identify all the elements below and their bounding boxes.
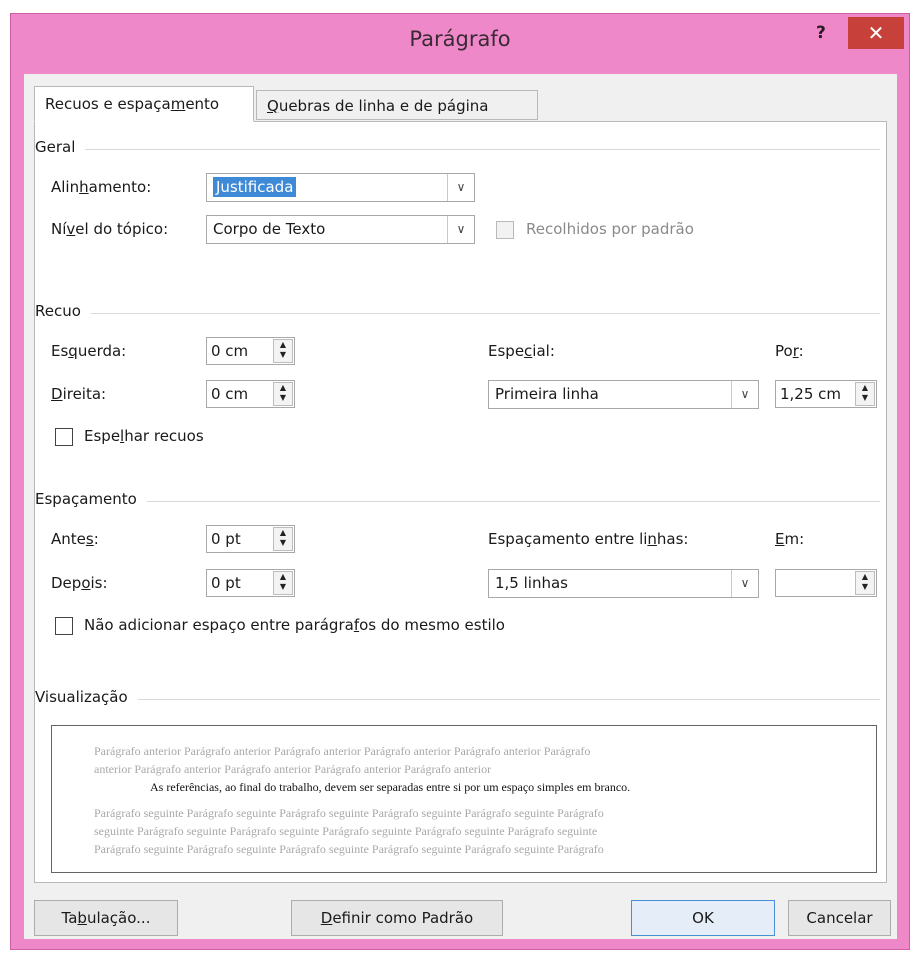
tab-line-page-breaks[interactable]: Quebras de linha e de página (256, 90, 538, 120)
no-space-same-style-checkbox[interactable] (55, 617, 73, 635)
tab-indents-spacing[interactable]: Recuos e espaçamento (34, 86, 254, 122)
by-spinner[interactable]: 1,25 cm ▲ ▼ (775, 380, 877, 408)
chevron-down-icon: ∨ (731, 570, 758, 597)
space-before-spinner[interactable]: 0 pt ▲ ▼ (206, 525, 295, 553)
tab-label: Recuos e espaçamento (45, 95, 220, 113)
tab-label: Quebras de linha e de página (267, 97, 489, 115)
section-general: Geral (35, 138, 886, 158)
alignment-select[interactable]: Justificada ∨ (206, 173, 475, 202)
by-value: 1,25 cm (780, 385, 842, 403)
paragraph-dialog: Parágrafo ? ✕ Recuos e espaçamento Quebr… (10, 13, 910, 950)
alignment-label: Alinhamento: (51, 178, 152, 196)
tab-panel: Geral Alinhamento: Justificada ∨ Nível d… (34, 121, 887, 883)
by-label: Por: (775, 342, 804, 360)
indent-left-value: 0 cm (211, 342, 249, 360)
outline-level-label: Nível do tópico: (51, 220, 169, 238)
indent-right-spinner[interactable]: 0 cm ▲ ▼ (206, 380, 295, 408)
dialog-title: Parágrafo (409, 27, 511, 51)
space-before-value: 0 pt (211, 530, 241, 548)
section-heading: Espaçamento (35, 490, 147, 508)
spin-arrows-icon[interactable]: ▲ ▼ (855, 571, 875, 595)
chevron-down-icon: ∨ (731, 381, 758, 408)
indent-left-label: Esquerda: (51, 342, 127, 360)
spin-arrows-icon[interactable]: ▲ ▼ (273, 382, 293, 406)
special-select[interactable]: Primeira linha ∨ (488, 380, 759, 409)
space-after-value: 0 pt (211, 574, 241, 592)
alignment-value: Justificada (213, 177, 297, 197)
title-bar[interactable]: Parágrafo ? ✕ (11, 14, 909, 69)
spin-arrows-icon[interactable]: ▲ ▼ (273, 571, 293, 595)
tabs-button[interactable]: Tabulação... (34, 900, 178, 936)
section-heading: Geral (35, 138, 86, 156)
section-indent: Recuo (35, 302, 886, 322)
chevron-down-icon: ∨ (447, 174, 474, 201)
ok-button[interactable]: OK (631, 900, 775, 936)
mirror-indents-checkbox[interactable] (55, 428, 73, 446)
indent-left-spinner[interactable]: 0 cm ▲ ▼ (206, 337, 295, 365)
preview-previous-line: Parágrafo anterior Parágrafo anterior Pa… (94, 744, 591, 758)
section-heading: Recuo (35, 302, 91, 320)
preview-next-line: Parágrafo seguinte Parágrafo seguinte Pa… (94, 842, 604, 856)
spin-arrows-icon[interactable]: ▲ ▼ (273, 339, 293, 363)
dialog-client: Recuos e espaçamento Quebras de linha e … (24, 74, 897, 939)
section-spacing: Espaçamento (35, 490, 886, 510)
close-button[interactable]: ✕ (848, 17, 904, 49)
space-before-label: Antes: (51, 530, 99, 548)
preview-previous-line: anterior Parágrafo anterior Parágrafo an… (94, 762, 492, 776)
space-after-label: Depois: (51, 574, 108, 592)
section-preview: Visualização (35, 688, 886, 708)
section-heading: Visualização (35, 688, 138, 706)
preview-box: Parágrafo anterior Parágrafo anterior Pa… (51, 725, 877, 873)
line-spacing-label: Espaçamento entre linhas: (488, 530, 689, 548)
special-value: Primeira linha (495, 385, 599, 403)
chevron-down-icon: ∨ (447, 216, 474, 243)
help-button[interactable]: ? (816, 23, 826, 43)
preview-current-paragraph: As referências, ao final do trabalho, de… (150, 780, 631, 794)
cancel-button[interactable]: Cancelar (788, 900, 891, 936)
spin-arrows-icon[interactable]: ▲ ▼ (273, 527, 293, 551)
preview-next-line: Parágrafo seguinte Parágrafo seguinte Pa… (94, 806, 604, 820)
at-label: Em: (775, 530, 805, 548)
at-spinner[interactable]: ▲ ▼ (775, 569, 877, 597)
indent-right-value: 0 cm (211, 385, 249, 403)
mirror-indents-label: Espelhar recuos (84, 427, 204, 445)
outline-level-select[interactable]: Corpo de Texto ∨ (206, 215, 475, 244)
outline-level-value: Corpo de Texto (213, 220, 326, 238)
preview-next-line: seguinte Parágrafo seguinte Parágrafo se… (94, 824, 598, 838)
special-label: Especial: (488, 342, 555, 360)
indent-right-label: Direita: (51, 385, 107, 403)
line-spacing-select[interactable]: 1,5 linhas ∨ (488, 569, 759, 598)
collapsed-default-label: Recolhidos por padrão (526, 220, 694, 238)
close-icon: ✕ (867, 21, 885, 45)
no-space-same-style-label: Não adicionar espaço entre parágrafos do… (84, 616, 505, 634)
collapsed-default-checkbox[interactable] (496, 221, 514, 239)
set-default-button[interactable]: Definir como Padrão (291, 900, 503, 936)
line-spacing-value: 1,5 linhas (495, 574, 568, 592)
space-after-spinner[interactable]: 0 pt ▲ ▼ (206, 569, 295, 597)
spin-arrows-icon[interactable]: ▲ ▼ (855, 382, 875, 406)
